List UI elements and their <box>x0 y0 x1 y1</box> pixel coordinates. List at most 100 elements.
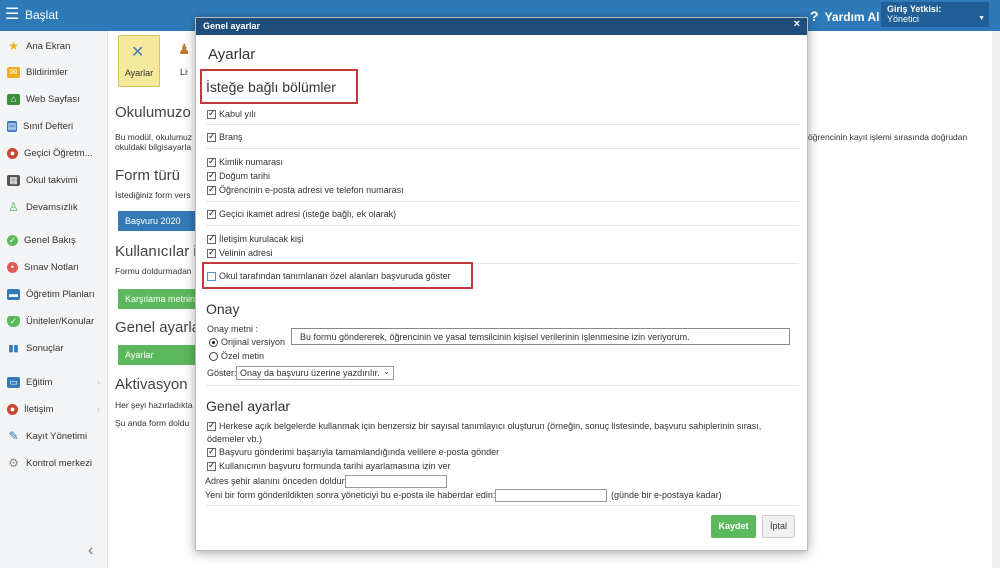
notify-suffix: (günde bir e-postaya kadar) <box>611 490 722 500</box>
form-type-text: İstediğiniz form vers <box>115 190 191 200</box>
radio-custom[interactable]: Özel metin <box>209 351 264 361</box>
sidebar-item-label: Ana Ekran <box>26 40 71 52</box>
book-icon: ▤ <box>7 120 17 132</box>
consent-text-box[interactable]: Bu formu göndererek, öğrencinin ve yasal… <box>291 328 790 345</box>
radio-label: Özel metin <box>221 351 265 361</box>
role-title: Giriş Yetkisi: <box>887 4 942 14</box>
brand-label[interactable]: Başlat <box>25 8 58 22</box>
settings-toolbar-label: Ayarlar <box>124 68 154 78</box>
sidebar-item-iletisim[interactable]: ● İletişim › <box>0 398 108 420</box>
intro-text-2: okuldaki bilgisayarla <box>115 142 192 152</box>
close-icon[interactable]: × <box>794 18 800 30</box>
checkbox-box[interactable] <box>207 460 216 471</box>
sidebar-item-label: Sınav Notları <box>24 261 79 273</box>
checkbox-brans[interactable]: Branş <box>207 131 243 142</box>
goster-select[interactable]: Onay da başvuru üzerine yazdırılır. ⌄ <box>236 366 394 380</box>
chevron-right-icon: › <box>97 404 100 414</box>
sidebar-item-sinif-defteri[interactable]: ▤ Sınıf Defteri <box>0 115 108 137</box>
checkbox-dogum[interactable]: Doğum tarihi <box>207 170 270 181</box>
checkbox-kimlik[interactable]: Kimlik numarası <box>207 156 283 167</box>
role-selector[interactable]: Giriş Yetkisi: Yönetici ▼ <box>881 2 989 27</box>
sidebar-item-bildirimler[interactable]: ✉ Bildirimler <box>0 61 108 83</box>
sidebar-item-sinav-notlari[interactable]: • Sınav Notları <box>0 256 108 278</box>
checkbox-label: İletişim kurulacak kişi <box>219 234 304 244</box>
sidebar-item-label: Eğitim <box>26 376 53 388</box>
list-toolbar-button[interactable]: ♟ Lis <box>168 35 188 87</box>
sidebar-item-label: Kayıt Yönetimi <box>26 430 88 442</box>
sidebar-item-gecici-ogretmen[interactable]: ● Geçici Öğretm... <box>0 142 108 164</box>
checkbox-allow-date[interactable]: Kullanıcının başvuru formunda tarihi aya… <box>207 460 451 471</box>
checkbox-box[interactable] <box>207 233 216 244</box>
settings-toolbar-button[interactable]: ✕ Ayarlar <box>118 35 160 87</box>
help-button[interactable]: ? Yardım Al <box>810 8 879 24</box>
save-button[interactable]: Kaydet <box>711 515 756 538</box>
calendar-icon: ▦ <box>7 174 20 186</box>
hamburger-icon[interactable]: ☰ <box>5 7 19 23</box>
checkbox-box[interactable] <box>207 131 216 142</box>
ayarlar-button[interactable]: Ayarlar <box>118 345 195 365</box>
checkbox-label: Kabul yılı <box>219 109 257 119</box>
sidebar-item-label: Sınıf Defteri <box>23 120 74 132</box>
city-label: Adres şehir alanını önceden doldur <box>205 476 345 486</box>
checkbox-label: Kullanıcının başvuru formunda tarihi aya… <box>219 461 451 471</box>
dialog-header: Genel ayarlar × <box>196 18 807 35</box>
checkbox-box[interactable] <box>207 170 216 181</box>
divider <box>206 225 799 226</box>
sidebar-item-devamsizlik[interactable]: ♙ Devamsızlık <box>0 196 108 218</box>
caret-down-icon: ▼ <box>978 15 985 22</box>
activation-text-1: Her şeyi hazırladıkta <box>115 400 193 410</box>
karsilama-button[interactable]: Karşılama metnini <box>118 289 195 309</box>
list-icon: ♟ <box>178 41 188 57</box>
checkbox-kabul-yili[interactable]: Kabul yılı <box>207 108 257 119</box>
checkbox-box[interactable] <box>207 247 216 258</box>
sidebar-item-label: Geçici Öğretm... <box>24 147 93 159</box>
sidebar: ★ Ana Ekran ✉ Bildirimler ⌂ Web Sayfası ▤ Sı… <box>0 31 108 568</box>
checkbox-eposta[interactable]: Öğrencinin e-posta adresi ve telefon num… <box>207 184 404 195</box>
radio-original[interactable]: Orijinal versiyon <box>209 337 285 347</box>
activation-heading: Aktivasyon <box>115 376 188 393</box>
sidebar-item-egitim[interactable]: ▭ Eğitim › <box>0 371 108 393</box>
checkbox-label: Branş <box>219 132 243 142</box>
list-toolbar-label: Lis <box>180 67 188 77</box>
sidebar-item-label: Web Sayfası <box>26 93 80 105</box>
radio-dot[interactable] <box>209 337 218 347</box>
checkbox-label: Öğrencinin e-posta adresi ve telefon num… <box>219 185 404 195</box>
sidebar-item-kayit-yonetimi[interactable]: ✎ Kayıt Yönetimi <box>0 425 108 447</box>
sidebar-item-uniteler[interactable]: ✓ Üniteler/Konular <box>0 310 108 332</box>
basvuru-button[interactable]: Başvuru 2020 <box>118 211 196 231</box>
checkbox-veli-adresi[interactable]: Velinin adresi <box>207 247 273 258</box>
sidebar-item-label: Devamsızlık <box>26 201 78 213</box>
sidebar-item-ana-ekran[interactable]: ★ Ana Ekran <box>0 35 108 57</box>
sidebar-item-kontrol-merkezi[interactable]: ⚙ Kontrol merkezi <box>0 452 108 474</box>
sidebar-item-ogretim-planlari[interactable]: ▬ Öğretim Planları <box>0 283 108 305</box>
pencil-icon: ✎ <box>8 428 19 443</box>
checkbox-box[interactable] <box>207 156 216 167</box>
notify-email-input[interactable] <box>495 489 607 502</box>
checkbox-unique-id[interactable]: Herkese açık belgelerde kullanmak için b… <box>207 420 761 431</box>
sidebar-item-web-sayfasi[interactable]: ⌂ Web Sayfası <box>0 88 108 110</box>
radio-dot[interactable] <box>209 351 218 361</box>
activation-text-2: Şu anda form doldu <box>115 418 190 428</box>
chevron-left-icon[interactable]: ‹ <box>88 542 93 560</box>
checkbox-gecici-ikamet[interactable]: Geçici ikamet adresi (isteğe bağlı, ek o… <box>207 208 396 219</box>
city-input[interactable] <box>345 475 447 488</box>
checkbox-box[interactable] <box>207 108 216 119</box>
form-type-heading: Form türü <box>115 167 181 184</box>
page-scrollbar[interactable] <box>992 31 1000 568</box>
checkbox-box[interactable] <box>207 208 216 219</box>
checkbox-box[interactable] <box>207 184 216 195</box>
sidebar-item-okul-takvimi[interactable]: ▦ Okul takvimi <box>0 169 108 191</box>
checkbox-unique-id-continuation: ödemeler vb.) <box>207 434 263 444</box>
education-icon: ▭ <box>7 376 20 388</box>
general-settings-title: Genel ayarlar <box>206 398 291 414</box>
checkbox-email-parents[interactable]: Başvuru gönderimi başarıyla tamamlandığı… <box>207 446 499 457</box>
divider <box>206 385 799 386</box>
plan-icon: ▬ <box>7 288 20 300</box>
sidebar-item-genel-bakis[interactable]: ✓ Genel Bakış <box>0 229 108 251</box>
checkbox-box[interactable] <box>207 446 216 457</box>
cancel-button[interactable]: İptal <box>762 515 795 538</box>
sidebar-item-sonuclar[interactable]: ▮▮ Sonuçlar <box>0 337 108 359</box>
checkbox-box[interactable] <box>207 420 216 431</box>
checkbox-iletisim-kisi[interactable]: İletişim kurulacak kişi <box>207 233 304 244</box>
goster-value: Onay da başvuru üzerine yazdırılır. <box>240 368 380 378</box>
